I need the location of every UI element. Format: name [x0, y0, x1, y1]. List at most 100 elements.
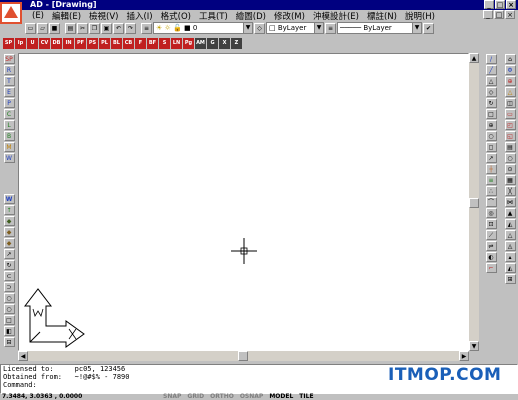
- scroll-left-icon[interactable]: ◀: [18, 351, 28, 361]
- right2-tool-3[interactable]: ⊕: [504, 76, 516, 86]
- chevron-down-icon[interactable]: ▼: [314, 23, 323, 33]
- tile-toggle[interactable]: TILE: [296, 393, 316, 400]
- right2-tool-15[interactable]: ▲: [504, 208, 516, 218]
- toolbar2-btn-8[interactable]: PS: [87, 37, 98, 49]
- toolbar2-btn-9[interactable]: PL: [99, 37, 110, 49]
- doc-close-button[interactable]: ×: [505, 10, 515, 19]
- menu-tools[interactable]: 工具(T): [195, 10, 232, 22]
- left-tool-23[interactable]: ◧: [3, 326, 15, 336]
- right-tool-16[interactable]: ⊡: [485, 219, 497, 229]
- print-icon[interactable]: ▤: [65, 22, 76, 34]
- left-tool-1[interactable]: SP: [3, 54, 15, 64]
- color-combo[interactable]: □ ByLayer ▼: [266, 22, 324, 34]
- left-tool-4[interactable]: E: [3, 87, 15, 97]
- left-tool-22[interactable]: □: [3, 315, 15, 325]
- cut-icon[interactable]: ✂: [77, 22, 88, 34]
- toolbar2-btn-19[interactable]: X: [219, 37, 230, 49]
- minimize-button[interactable]: _: [484, 0, 494, 9]
- chevron-down-icon[interactable]: ▼: [243, 23, 252, 33]
- menu-format[interactable]: 格式(O): [157, 10, 195, 22]
- left-tool-2[interactable]: R: [3, 65, 15, 75]
- toolbar2-btn-17[interactable]: AM: [195, 37, 206, 49]
- right2-tool-9[interactable]: ▤: [504, 142, 516, 152]
- open-icon[interactable]: ▱: [37, 22, 48, 34]
- left-tool-5[interactable]: P: [3, 98, 15, 108]
- menu-dimension[interactable]: 標註(N): [363, 10, 401, 22]
- right2-tool-16[interactable]: ◭: [504, 219, 516, 229]
- toolbar2-btn-7[interactable]: PF: [75, 37, 86, 49]
- toolbar2-btn-13[interactable]: BF: [147, 37, 158, 49]
- layers-icon[interactable]: ≡: [141, 22, 152, 34]
- right2-tool-4[interactable]: △: [504, 87, 516, 97]
- left-tool-11[interactable]: W: [3, 194, 15, 204]
- toolbar2-btn-1[interactable]: SP: [3, 37, 14, 49]
- right-tool-4[interactable]: ◇: [485, 87, 497, 97]
- maximize-button[interactable]: □: [495, 0, 505, 9]
- scroll-right-icon[interactable]: ▶: [459, 351, 469, 361]
- left-tool-16[interactable]: ↗: [3, 249, 15, 259]
- menu-modify[interactable]: 修改(M): [270, 10, 309, 22]
- grid-toggle[interactable]: GRID: [184, 393, 207, 400]
- horizontal-scroll-thumb[interactable]: [238, 351, 248, 361]
- linetype-combo[interactable]: ───── ByLayer ▼: [337, 22, 422, 34]
- right2-tool-6[interactable]: ▭: [504, 109, 516, 119]
- menu-die-design[interactable]: 沖模設計(E): [309, 10, 363, 22]
- vertical-scroll-thumb[interactable]: [469, 198, 479, 208]
- right2-tool-19[interactable]: ▴: [504, 252, 516, 262]
- menu-draw[interactable]: 繪圖(D): [232, 10, 270, 22]
- left-tool-19[interactable]: ⊃: [3, 282, 15, 292]
- snap-toggle[interactable]: SNAP: [160, 393, 184, 400]
- layer-combo[interactable]: ☀ ☼ 🔓 ■ 0 ▼: [153, 22, 253, 34]
- copy-icon[interactable]: ❐: [89, 22, 100, 34]
- undo-icon[interactable]: ↶: [113, 22, 124, 34]
- left-tool-24[interactable]: ⊟: [3, 337, 15, 347]
- doc-restore-button[interactable]: □: [494, 10, 504, 19]
- right-tool-5[interactable]: ↻: [485, 98, 497, 108]
- right2-tool-11[interactable]: ⊙: [504, 164, 516, 174]
- toolbar2-btn-18[interactable]: G: [207, 37, 218, 49]
- toolbar2-btn-16[interactable]: Pg: [183, 37, 194, 49]
- right-tool-8[interactable]: ○: [485, 131, 497, 141]
- right-tool-17[interactable]: ⟋: [485, 230, 497, 240]
- toolbar2-btn-3[interactable]: U: [27, 37, 38, 49]
- menu-insert[interactable]: 插入(I): [122, 10, 156, 22]
- scroll-up-icon[interactable]: ▲: [469, 53, 479, 63]
- right-tool-2[interactable]: ╱: [485, 65, 497, 75]
- left-tool-18[interactable]: ⊂: [3, 271, 15, 281]
- save-icon[interactable]: ■: [49, 22, 60, 34]
- right-tool-10[interactable]: ↗: [485, 153, 497, 163]
- right-tool-19[interactable]: ◐: [485, 252, 497, 262]
- left-tool-21[interactable]: ○: [3, 304, 15, 314]
- toolbar2-btn-15[interactable]: LN: [171, 37, 182, 49]
- left-tool-13[interactable]: ◆: [3, 216, 15, 226]
- right-tool-1[interactable]: /: [485, 54, 497, 64]
- menu-help[interactable]: 說明(H): [401, 10, 439, 22]
- right-tool-7[interactable]: ⊕: [485, 120, 497, 130]
- right-tool-15[interactable]: ◎: [485, 208, 497, 218]
- menu-view[interactable]: 檢視(V): [85, 10, 122, 22]
- left-tool-8[interactable]: B: [3, 131, 15, 141]
- linetype-icon[interactable]: ≡: [325, 22, 336, 34]
- left-tool-20[interactable]: ○: [3, 293, 15, 303]
- right2-tool-1[interactable]: ⌂: [504, 54, 516, 64]
- doc-minimize-button[interactable]: _: [483, 10, 493, 19]
- toolbar2-btn-14[interactable]: S: [159, 37, 170, 49]
- toolbar2-btn-6[interactable]: IN: [63, 37, 74, 49]
- toolbar2-btn-20[interactable]: Z: [231, 37, 242, 49]
- close-button[interactable]: ×: [506, 0, 516, 9]
- drawing-canvas[interactable]: [18, 53, 469, 351]
- right2-tool-7[interactable]: ◰: [504, 120, 516, 130]
- vertical-scrollbar[interactable]: ▲ ▼: [469, 53, 479, 351]
- right2-tool-12[interactable]: ▦: [504, 175, 516, 185]
- right-tool-9[interactable]: ◻: [485, 142, 497, 152]
- scroll-down-icon[interactable]: ▼: [469, 341, 479, 351]
- toolbar2-btn-4[interactable]: CV: [39, 37, 50, 49]
- ortho-toggle[interactable]: ORTHO: [207, 393, 237, 400]
- right2-tool-20[interactable]: ◭: [504, 263, 516, 273]
- osnap-toggle[interactable]: OSNAP: [237, 393, 266, 400]
- redo-icon[interactable]: ↷: [125, 22, 136, 34]
- toolbar2-btn-12[interactable]: F: [135, 37, 146, 49]
- right-tool-18[interactable]: ⇌: [485, 241, 497, 251]
- toolbar2-btn-5[interactable]: DB: [51, 37, 62, 49]
- left-tool-6[interactable]: C: [3, 109, 15, 119]
